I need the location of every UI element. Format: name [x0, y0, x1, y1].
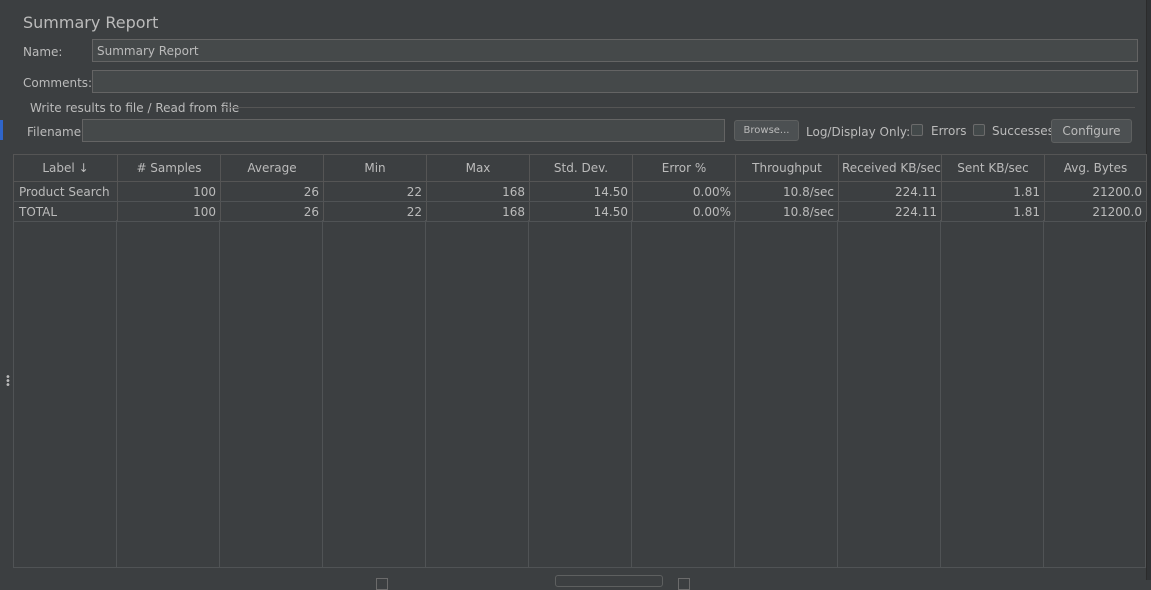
column-header-max[interactable]: Max [426, 154, 530, 182]
browse-button[interactable]: Browse... [734, 120, 799, 141]
column-header-error-pct[interactable]: Error % [632, 154, 736, 182]
cell-error-pct: 0.00% [632, 201, 736, 222]
errors-label: Errors [931, 124, 967, 138]
cell-throughput: 10.8/sec [735, 201, 839, 222]
cell-std-dev: 14.50 [529, 201, 633, 222]
log-display-only-label: Log/Display Only: [806, 125, 911, 139]
cell-max: 168 [426, 201, 530, 222]
name-label: Name: [23, 45, 63, 59]
cell-min: 22 [323, 201, 427, 222]
column-header-throughput[interactable]: Throughput [735, 154, 839, 182]
errors-checkbox[interactable] [911, 124, 923, 136]
group-divider [221, 107, 1135, 108]
comments-label: Comments: [23, 76, 93, 90]
column-header-received-kb[interactable]: Received KB/sec [838, 154, 942, 182]
results-table: Label ↓ # Samples Average Min Max Std. D… [13, 154, 1147, 567]
column-header-sent-kb[interactable]: Sent KB/sec [941, 154, 1045, 182]
left-gutter [0, 0, 10, 580]
page-title: Summary Report [23, 13, 159, 32]
column-header-average[interactable]: Average [220, 154, 324, 182]
splitter-handle-icon[interactable]: • • • [5, 373, 11, 391]
filename-label: Filename [27, 125, 82, 139]
cell-average: 26 [220, 201, 324, 222]
cell-received-kb: 224.11 [838, 201, 942, 222]
column-header-label[interactable]: Label ↓ [13, 154, 118, 182]
cell-avg-bytes: 21200.0 [1044, 201, 1147, 222]
table-row[interactable]: Product Search 100 26 22 168 14.50 0.00%… [13, 181, 1147, 202]
tree-selection-indicator [0, 120, 3, 140]
successes-label: Successes [992, 124, 1054, 138]
table-header-row: Label ↓ # Samples Average Min Max Std. D… [13, 154, 1147, 182]
cell-max: 168 [426, 181, 530, 202]
cell-average: 26 [220, 181, 324, 202]
cell-sent-kb: 1.81 [941, 181, 1045, 202]
name-field[interactable] [92, 39, 1138, 62]
cell-label: TOTAL [13, 201, 118, 222]
column-header-samples[interactable]: # Samples [117, 154, 221, 182]
cell-label: Product Search [13, 181, 118, 202]
cell-std-dev: 14.50 [529, 181, 633, 202]
right-scroll-edge [1146, 0, 1151, 580]
table-row[interactable]: TOTAL 100 26 22 168 14.50 0.00% 10.8/sec… [13, 201, 1147, 222]
bottom-controls-bar [13, 567, 1146, 590]
cell-sent-kb: 1.81 [941, 201, 1045, 222]
column-header-std-dev[interactable]: Std. Dev. [529, 154, 633, 182]
summary-table: Label ↓ # Samples Average Min Max Std. D… [13, 154, 1147, 222]
cell-throughput: 10.8/sec [735, 181, 839, 202]
cell-samples: 100 [117, 181, 221, 202]
column-header-min[interactable]: Min [323, 154, 427, 182]
cell-samples: 100 [117, 201, 221, 222]
comments-field[interactable] [92, 70, 1138, 93]
filename-field[interactable] [82, 119, 725, 142]
cell-error-pct: 0.00% [632, 181, 736, 202]
column-grid-lines [13, 220, 1146, 567]
summary-report-panel: Summary Report Name: Comments: Write res… [13, 0, 1147, 590]
column-header-avg-bytes[interactable]: Avg. Bytes [1044, 154, 1147, 182]
cell-min: 22 [323, 181, 427, 202]
successes-checkbox[interactable] [973, 124, 985, 136]
bottom-button[interactable] [555, 575, 663, 587]
file-group-title: Write results to file / Read from file [30, 101, 240, 115]
cell-avg-bytes: 21200.0 [1044, 181, 1147, 202]
configure-button[interactable]: Configure [1051, 119, 1132, 143]
cell-received-kb: 224.11 [838, 181, 942, 202]
